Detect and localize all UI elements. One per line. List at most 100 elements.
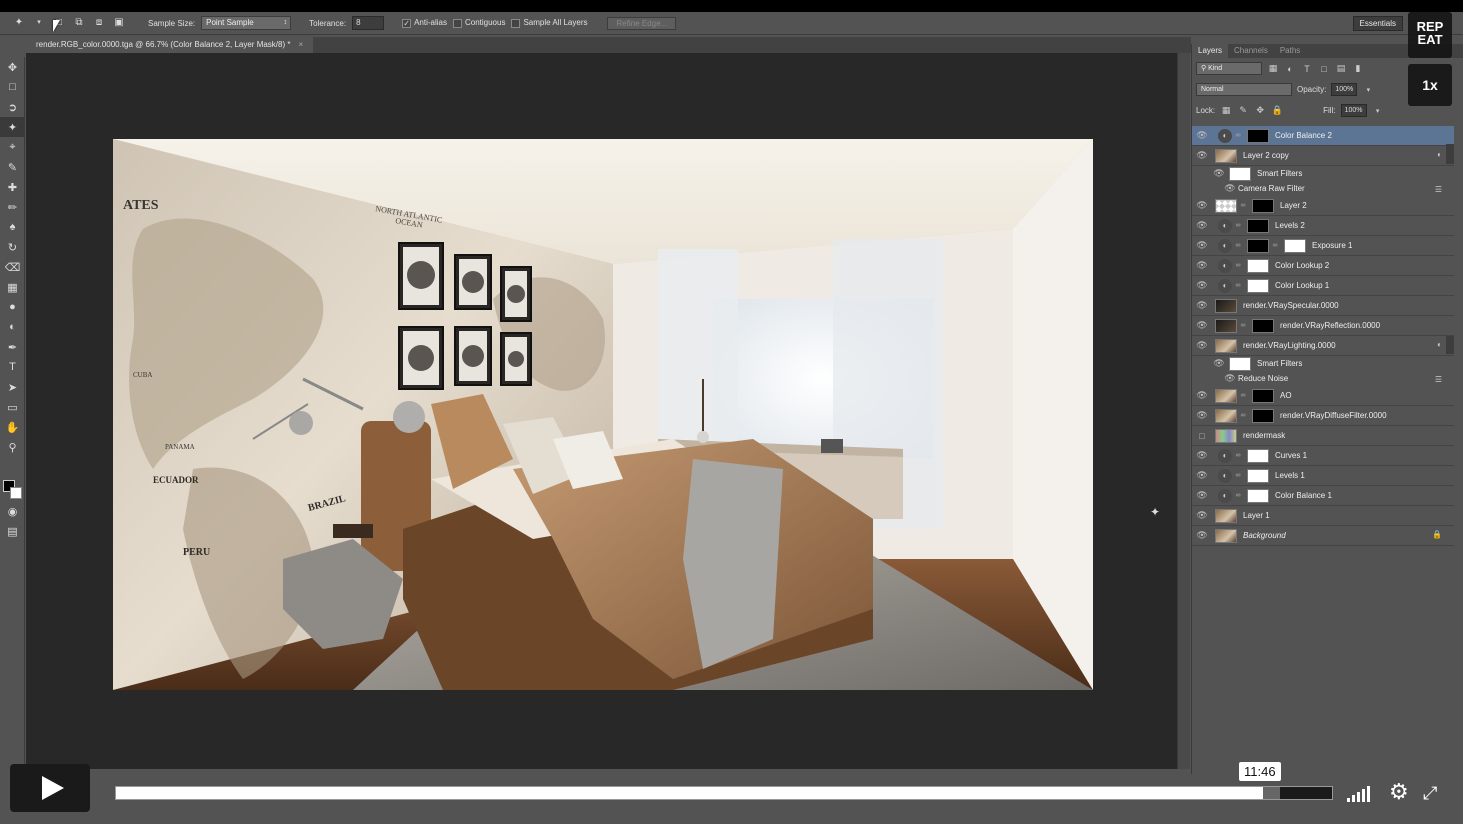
quick-mask-icon[interactable]: ◉ [0,501,25,521]
layer-row[interactable]: 👁 ◐ ∞ Color Balance 1 [1192,486,1454,506]
intersect-selection-icon[interactable]: ▣ [112,16,126,30]
gradient-tool-icon[interactable]: ▦ [0,277,25,297]
layer-mask-thumbnail[interactable] [1252,388,1274,403]
layer-mask-thumbnail[interactable] [1252,318,1274,333]
opacity-dropdown-icon[interactable]: ▾ [1362,86,1374,94]
lasso-tool-icon[interactable]: ➲ [0,97,25,117]
fill-input[interactable]: 100% [1340,104,1367,117]
layer-row[interactable]: 👁 ◐ ∞ Levels 1 [1192,466,1454,486]
layer-thumbnail[interactable] [1215,408,1237,423]
smart-filter-mask-thumbnail[interactable] [1229,356,1251,371]
marquee-tool-icon[interactable]: □ [0,77,25,97]
sample-all-layers-checkbox[interactable]: Sample All Layers [511,18,587,28]
play-button[interactable] [10,764,90,812]
smart-filter-mask-thumbnail[interactable] [1229,166,1251,181]
layer-row[interactable]: 👁 ∞ render.VRayDiffuseFilter.0000 [1192,406,1454,426]
visibility-eye-icon[interactable]: 👁 [1192,300,1212,311]
fullscreen-icon[interactable]: ⤢ [1423,781,1437,805]
playback-speed-button[interactable]: 1x [1408,64,1452,106]
layer-mask-thumbnail[interactable] [1252,198,1274,213]
move-tool-icon[interactable]: ✥ [0,57,25,77]
smart-filters-row[interactable]: 👁 Smart Filters [1192,166,1454,181]
layer-row[interactable]: 👁 ◐ ∞ ∞ Exposure 1 [1192,236,1454,256]
fill-dropdown-icon[interactable]: ▾ [1372,107,1384,115]
layer-row[interactable]: 👁 render.VRaySpecular.0000 [1192,296,1454,316]
layer-row[interactable]: 👁 ∞ AO [1192,386,1454,406]
tolerance-input[interactable]: 8 [352,16,385,30]
dodge-tool-icon[interactable]: ◐ [0,317,25,337]
layer-row[interactable]: □ rendermask [1192,426,1454,446]
visibility-eye-icon[interactable]: 👁 [1212,168,1226,179]
layer-row[interactable]: 👁 Layer 2 copy ◐ [1192,146,1454,166]
lock-all-icon[interactable]: 🔒 [1271,105,1283,116]
layer-mask-thumbnail[interactable] [1247,488,1269,503]
layer-thumbnail[interactable] [1215,508,1237,523]
layers-scroll-thumb-2[interactable] [1446,336,1454,354]
layer-mask-thumbnail[interactable] [1247,278,1269,293]
contiguous-checkbox[interactable]: Contiguous [452,18,505,28]
filter-smart-object-icon[interactable]: ▤ [1335,63,1347,74]
settings-gear-icon[interactable]: ⚙ [1389,780,1409,804]
filter-type-icon[interactable]: T [1301,64,1313,74]
pen-tool-icon[interactable]: ✒ [0,337,25,357]
visibility-eye-icon[interactable]: 👁 [1192,390,1212,401]
layer-row[interactable]: 👁 Background 🔒 [1192,526,1454,546]
layer-mask-thumbnail[interactable] [1247,468,1269,483]
layer-mask-thumbnail[interactable] [1247,238,1269,253]
layer-mask-thumbnail[interactable] [1284,238,1306,253]
opacity-input[interactable]: 100% [1331,83,1358,96]
tab-layers[interactable]: Layers [1192,44,1229,58]
filter-adjustment-icon[interactable]: ◐ [1284,64,1296,74]
filter-row[interactable]: 👁 Camera Raw Filter ☰ [1192,181,1454,196]
tab-paths[interactable]: Paths [1274,44,1306,58]
crop-tool-icon[interactable]: ⌖ [0,137,25,157]
visibility-eye-icon[interactable]: 👁 [1192,280,1212,291]
filter-toggle-icon[interactable]: ▮ [1352,63,1364,74]
layer-row[interactable]: 👁 ◐ ∞ Color Balance 2 [1192,126,1454,146]
visibility-eye-icon[interactable]: 👁 [1192,340,1212,351]
healing-brush-icon[interactable]: ✚ [0,177,25,197]
workspace-switcher[interactable]: Essentials [1352,16,1403,31]
visibility-eye-icon[interactable]: 👁 [1192,130,1212,141]
filter-options-icon[interactable]: ☰ [1435,375,1442,384]
zoom-tool-icon[interactable]: ⚲ [0,437,25,457]
layer-thumbnail[interactable] [1215,388,1237,403]
eraser-tool-icon[interactable]: ⌫ [0,257,25,277]
screen-mode-icon[interactable]: ▤ [0,521,25,541]
visibility-eye-icon[interactable]: 👁 [1192,320,1212,331]
visibility-eye-icon[interactable]: 👁 [1192,200,1212,211]
smart-filters-row[interactable]: 👁 Smart Filters [1192,356,1454,371]
layer-thumbnail[interactable] [1215,148,1237,163]
lock-position-icon[interactable]: ✥ [1254,105,1266,116]
layer-thumbnail[interactable] [1215,198,1237,213]
filter-row[interactable]: 👁 Reduce Noise ☰ [1192,371,1454,386]
volume-icon[interactable] [1347,784,1370,802]
visibility-eye-icon[interactable]: 👁 [1192,240,1212,251]
layer-row[interactable]: 👁 ◐ ∞ Color Lookup 2 [1192,256,1454,276]
eyedropper-tool-icon[interactable]: ✎ [0,157,25,177]
layer-row[interactable]: 👁 ◐ ∞ Levels 2 [1192,216,1454,236]
close-icon[interactable]: × [298,40,303,49]
layer-thumbnail[interactable] [1215,298,1237,313]
lock-transparent-icon[interactable]: ▦ [1220,105,1232,116]
hand-tool-icon[interactable]: ✋ [0,417,25,437]
filter-options-icon[interactable]: ☰ [1435,185,1442,194]
canvas-area[interactable]: ATES NORTH ATLANTIC OCEAN ECUADOR PERU B… [26,53,1177,769]
clone-stamp-icon[interactable]: ♠ [0,217,25,237]
blur-tool-icon[interactable]: ● [0,297,25,317]
canvas-scrollbar[interactable] [1177,53,1190,769]
layer-row[interactable]: 👁 ∞ Layer 2 [1192,196,1454,216]
layer-row[interactable]: 👁 ◐ ∞ Color Lookup 1 [1192,276,1454,296]
brush-tool-icon[interactable]: ✏ [0,197,25,217]
visibility-eye-icon[interactable]: 👁 [1192,490,1212,501]
type-tool-icon[interactable]: T [0,357,25,377]
layer-thumbnail[interactable] [1215,428,1237,443]
visibility-eye-icon[interactable]: 👁 [1192,510,1212,521]
layer-thumbnail[interactable] [1215,318,1237,333]
document-tab[interactable]: render.RGB_color.0000.tga @ 66.7% (Color… [26,37,314,53]
background-color-swatch[interactable] [10,487,22,499]
anti-alias-checkbox[interactable]: ✓ Anti-alias [402,18,447,28]
path-selection-icon[interactable]: ➤ [0,377,25,397]
layer-row[interactable]: 👁 render.VRayLighting.0000 ◐ [1192,336,1454,356]
layer-thumbnail[interactable] [1215,338,1237,353]
